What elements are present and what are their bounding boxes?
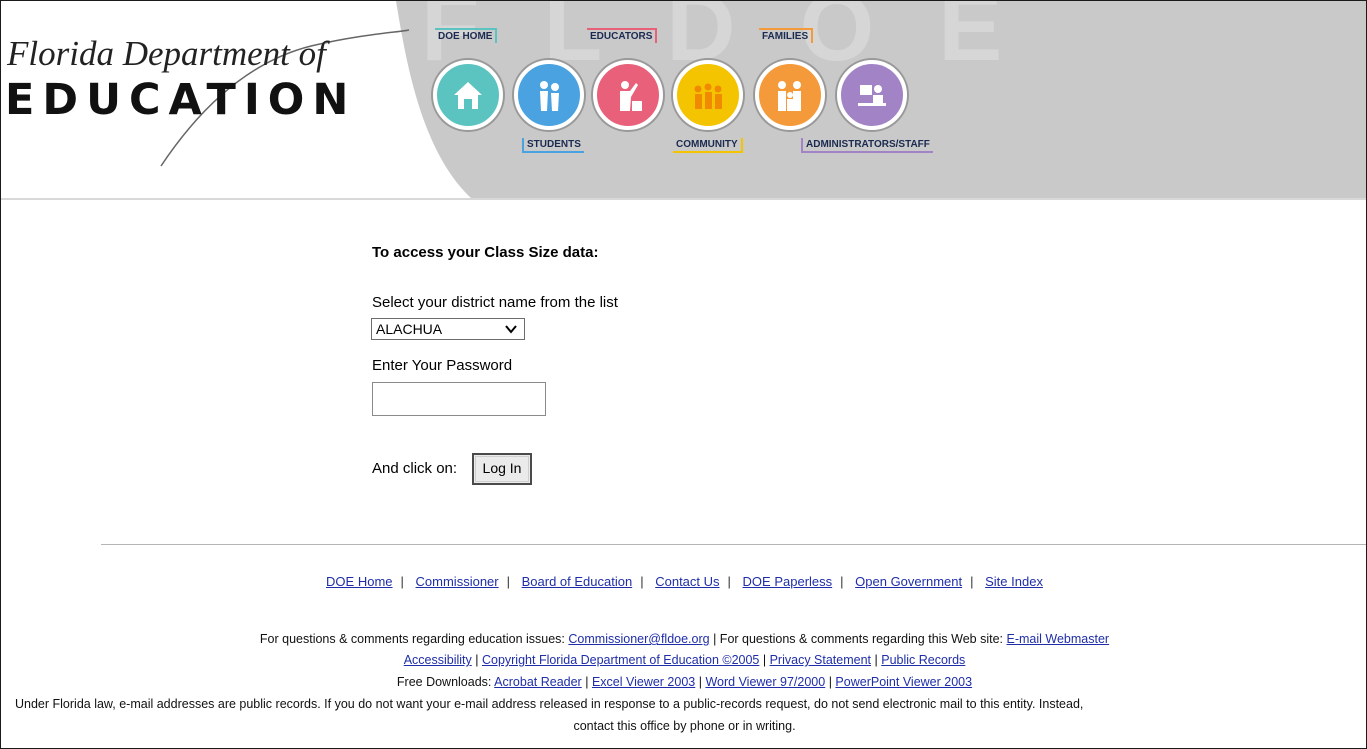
webmaster-email-link[interactable]: E-mail Webmaster [1007,632,1110,646]
chevron-down-icon [505,325,517,334]
footer-link-open-government[interactable]: Open Government [855,574,962,589]
administrator-icon [858,85,886,106]
nav-label-community[interactable]: COMMUNITY [673,138,743,153]
footer-link-doe-home[interactable]: DOE Home [326,574,392,589]
nav-doe-home-button[interactable] [433,60,503,130]
site-header: FLDOE Florida Department of EDUCATION DO… [1,1,1366,198]
footer-link-contact-us[interactable]: Contact Us [655,574,719,589]
password-label: Enter Your Password [372,357,513,374]
nav-label-doe-home[interactable]: DOE HOME [435,28,498,43]
footer-law-notice-cont: contact this office by phone or in writi… [573,719,796,733]
click-instruction: And click on: [372,460,458,477]
community-icon [694,83,722,109]
word-viewer-link[interactable]: Word Viewer 97/2000 [705,675,825,689]
nav-label-educators[interactable]: EDUCATORS [587,28,658,43]
logo-script-text: Florida Department of [7,34,326,73]
public-records-link[interactable]: Public Records [881,653,965,667]
nav-label-administrators[interactable]: ADMINISTRATORS/STAFF [801,138,933,153]
footer-link-commissioner[interactable]: Commissioner [416,574,499,589]
district-selected-value: ALACHUA [376,321,443,337]
logo-education-text: EDUCATION [5,75,357,125]
district-select-label: Select your district name from the list [372,294,618,311]
commissioner-email-link[interactable]: Commissioner@fldoe.org [568,632,709,646]
nav-families-button[interactable] [755,60,825,130]
password-input[interactable] [372,382,546,416]
nav-label-families[interactable]: FAMILIES [759,28,814,43]
login-button[interactable]: Log In [472,453,532,485]
acrobat-reader-link[interactable]: Acrobat Reader [494,675,582,689]
copyright-link[interactable]: Copyright Florida Department of Educatio… [482,653,759,667]
nav-administrators-button[interactable] [837,60,907,130]
footer-downloads-line: Free Downloads: Acrobat Reader | Excel V… [396,675,973,689]
header-divider [1,198,1366,200]
page-frame: FLDOE Florida Department of EDUCATION DO… [0,0,1367,749]
footer-divider [101,544,1366,545]
footer-link-doe-paperless[interactable]: DOE Paperless [743,574,833,589]
nav-community-button[interactable] [673,60,743,130]
excel-viewer-link[interactable]: Excel Viewer 2003 [592,675,695,689]
footer-link-board-of-education[interactable]: Board of Education [522,574,633,589]
nav-label-students[interactable]: STUDENTS [522,138,584,153]
accessibility-link[interactable]: Accessibility [404,653,472,667]
nav-educators-button[interactable] [593,60,663,130]
students-icon [540,81,559,111]
footer-policy-line: Accessibility | Copyright Florida Depart… [403,653,966,667]
district-select[interactable]: ALACHUA [371,318,525,340]
nav-students-button[interactable] [514,60,584,130]
form-title: To access your Class Size data: [372,244,599,261]
footer-link-site-index[interactable]: Site Index [985,574,1043,589]
powerpoint-viewer-link[interactable]: PowerPoint Viewer 2003 [835,675,972,689]
family-icon [778,81,801,111]
footer-nav: DOE Home | Commissioner | Board of Educati… [326,574,1043,589]
house-icon [454,82,482,109]
footer-law-notice: Under Florida law, e-mail addresses are … [15,697,1084,711]
teacher-icon [620,81,642,111]
privacy-statement-link[interactable]: Privacy Statement [770,653,871,667]
footer-contact-line: For questions & comments regarding educa… [259,632,1110,646]
